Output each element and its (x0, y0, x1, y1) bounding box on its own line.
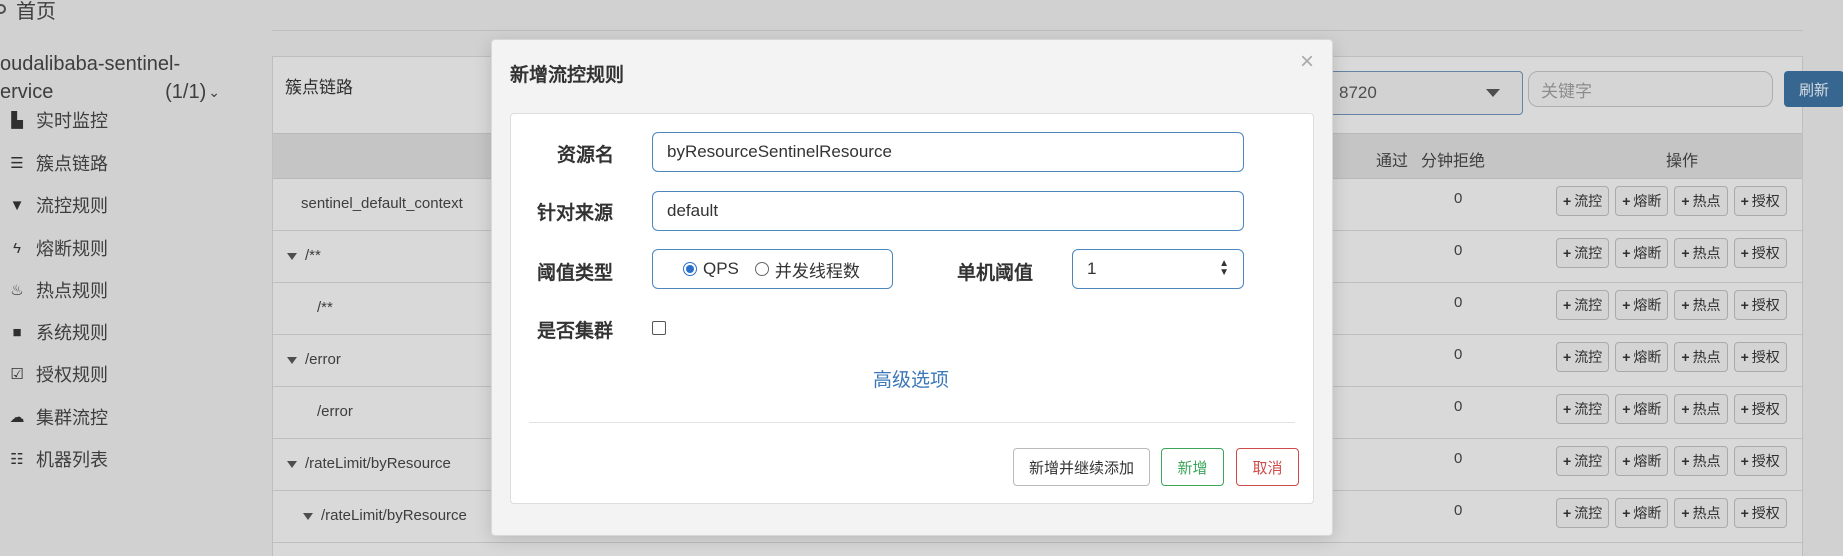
cluster-checkbox[interactable] (652, 321, 666, 335)
cancel-button[interactable]: 取消 (1236, 448, 1299, 486)
advanced-options-link[interactable]: 高级选项 (873, 365, 949, 392)
spinner-icon[interactable]: ▲ ▼ (1219, 259, 1229, 278)
radio-thread-label[interactable]: 并发线程数 (775, 257, 860, 282)
dialog-title: 新增流控规则 (510, 65, 625, 86)
origin-input[interactable]: default (652, 191, 1244, 231)
radio-thread[interactable] (754, 262, 769, 276)
resource-name-input[interactable]: byResourceSentinelResource (652, 132, 1244, 172)
resource-label: 资源名 (557, 145, 615, 166)
threshold-value: 1 (1087, 259, 1097, 278)
threshold-label: 单机阈值 (957, 263, 1034, 284)
form-divider (529, 422, 1295, 423)
origin-label: 针对来源 (537, 203, 614, 224)
radio-qps[interactable] (683, 262, 697, 276)
add-and-continue-button[interactable]: 新增并继续添加 (1013, 448, 1150, 486)
grade-radio-group: QPS 并发线程数 (652, 249, 893, 289)
threshold-input[interactable]: 1 ▲ ▼ (1072, 249, 1244, 289)
grade-label: 阈值类型 (537, 263, 614, 284)
radio-qps-label[interactable]: QPS (703, 259, 739, 279)
add-flow-rule-dialog: 新增流控规则 × 资源名 byResourceSentinelResource … (491, 39, 1333, 536)
rule-form: 资源名 byResourceSentinelResource 针对来源 defa… (510, 113, 1314, 504)
add-button[interactable]: 新增 (1161, 448, 1224, 486)
close-icon[interactable]: × (1300, 48, 1314, 76)
cluster-label: 是否集群 (537, 321, 614, 342)
